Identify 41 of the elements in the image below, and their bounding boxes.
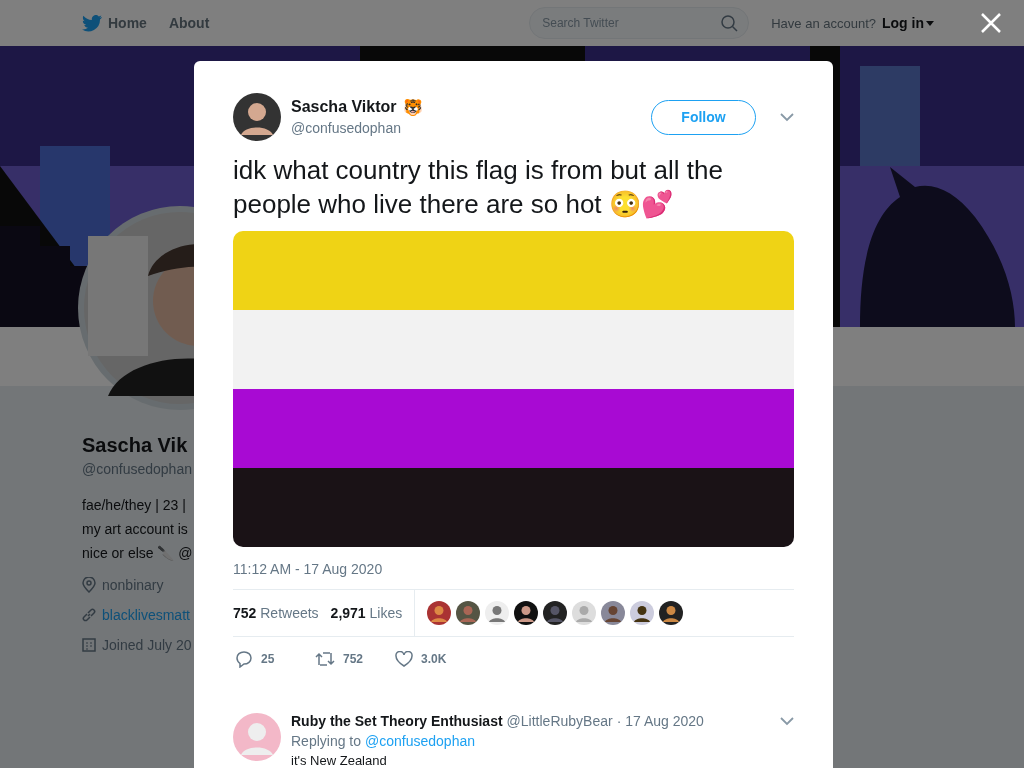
speech-bubble-icon — [235, 650, 253, 668]
avatar[interactable] — [456, 601, 481, 625]
heart-icon — [395, 651, 413, 667]
retweet-icon — [315, 651, 335, 667]
joined-date: Joined July 20 — [102, 637, 192, 653]
reply-text: it's New Zealand — [291, 753, 388, 768]
bio-line: nice or else 🔪 @ — [82, 544, 194, 563]
account-prompt: Have an account? — [771, 15, 876, 31]
reply-action[interactable]: 25 — [235, 650, 287, 668]
avatar[interactable] — [601, 601, 626, 625]
location-pin-icon — [82, 577, 96, 593]
avatar[interactable] — [659, 601, 684, 625]
like-action[interactable]: 3.0K — [395, 651, 447, 667]
avatar[interactable] — [630, 601, 655, 625]
bird-icon — [82, 14, 102, 32]
bio-line: my art account is — [82, 520, 189, 539]
nav-link[interactable]: Home — [82, 14, 147, 32]
location-text: nonbinary — [102, 577, 164, 593]
reply-handle: @LittleRubyBear — [506, 713, 613, 729]
mention-link[interactable]: @confusedophan — [365, 733, 475, 749]
reply-author: Ruby the Set Theory Enthusiast — [291, 713, 503, 729]
close-button[interactable] — [980, 12, 1002, 34]
login-link[interactable]: Log in — [882, 15, 924, 31]
avatar[interactable] — [427, 601, 452, 625]
link-icon — [82, 608, 96, 622]
profile-name: Sascha Vik — [82, 434, 189, 457]
avatar[interactable] — [543, 601, 568, 625]
calendar-icon — [82, 638, 96, 652]
retweet-action[interactable]: 752 — [315, 651, 367, 667]
avatar[interactable] — [514, 601, 539, 625]
retweet-count[interactable]: 752 Retweets — [233, 605, 319, 621]
profile-handle: @confusedophan — [82, 461, 193, 477]
reply-date: · 17 Aug 2020 — [616, 713, 704, 729]
tweet-timestamp: 11:12 AM - 17 Aug 2020 — [233, 561, 384, 577]
like-count[interactable]: 2,971 Likes — [330, 605, 403, 621]
nav-link[interactable]: About — [168, 15, 210, 31]
bio-line: fae/he/they | 23 | — [82, 496, 187, 515]
caret-icon — [926, 20, 934, 26]
search-icon — [721, 14, 739, 32]
replying-label: Replying to — [291, 733, 362, 749]
chevron-down-icon[interactable] — [780, 716, 794, 726]
